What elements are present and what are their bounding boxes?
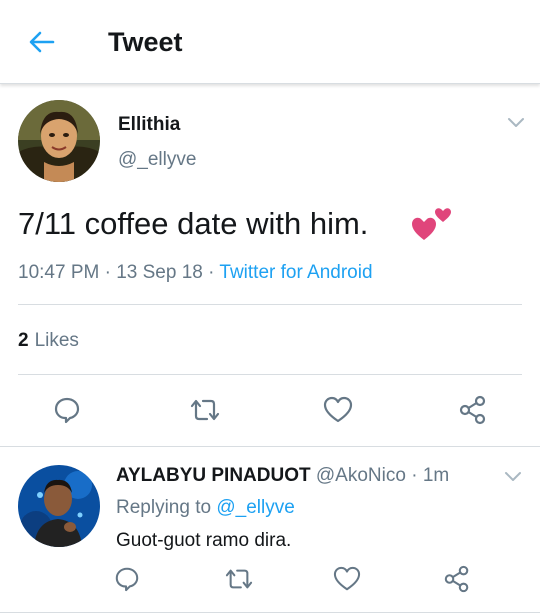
avatar[interactable] — [18, 100, 100, 182]
divider — [18, 374, 522, 375]
reply-display-name[interactable]: AYLABYU PINADUOT — [116, 465, 311, 486]
share-button[interactable] — [440, 562, 474, 596]
tweet-meta: 10:47 PM · 13 Sep 18 · Twitter for Andro… — [18, 262, 373, 284]
arrow-left-icon — [29, 31, 55, 53]
likes-link[interactable]: 2 Likes — [18, 330, 79, 352]
reply-header: AYLABYU PINADUOT @AkoNico · 1m — [116, 465, 449, 487]
retweet-icon — [190, 399, 220, 421]
reply-button[interactable] — [50, 393, 84, 427]
retweet-icon — [225, 569, 253, 589]
heart-icon — [333, 566, 361, 591]
display-name[interactable]: Ellithia — [118, 114, 180, 136]
like-button[interactable] — [330, 562, 364, 596]
likes-label: Likes — [34, 330, 79, 351]
tweet-source-link[interactable]: Twitter for Android — [219, 262, 372, 283]
meta-separator: · — [99, 262, 117, 283]
retweet-button[interactable] — [222, 562, 256, 596]
tweet-date: 13 Sep 18 — [116, 262, 203, 283]
meta-separator: · — [405, 465, 423, 486]
meta-separator: · — [202, 262, 220, 283]
reply-menu-button[interactable] — [502, 468, 524, 486]
replying-to-handle[interactable]: @_ellyve — [216, 497, 294, 518]
reply-handle[interactable]: @AkoNico — [316, 465, 406, 486]
two-hearts-icon — [412, 206, 454, 242]
likes-count: 2 — [18, 330, 29, 351]
share-button[interactable] — [456, 393, 490, 427]
avatar[interactable] — [18, 465, 100, 547]
like-button[interactable] — [321, 393, 355, 427]
tweet-time: 10:47 PM — [18, 262, 100, 283]
user-handle[interactable]: @_ellyve — [118, 149, 196, 171]
share-icon — [459, 395, 486, 425]
replying-to: Replying to @_ellyve — [116, 497, 295, 519]
reply-text: Guot-guot ramo dira. — [116, 530, 292, 551]
page-title: Tweet — [108, 27, 183, 57]
share-icon — [444, 565, 469, 593]
divider — [0, 612, 540, 613]
chevron-down-icon — [505, 472, 521, 481]
app-header: Tweet — [0, 0, 540, 84]
tweet-text: 7/11 coffee date with him. — [18, 206, 369, 241]
reply-button[interactable] — [110, 562, 144, 596]
divider — [0, 446, 540, 447]
divider — [18, 304, 522, 305]
comment-icon — [54, 397, 80, 424]
comment-icon — [115, 567, 139, 592]
replying-label: Replying to — [116, 497, 217, 518]
tweet-menu-button[interactable] — [505, 114, 527, 132]
reply-time: 1m — [422, 465, 450, 486]
heart-icon — [323, 396, 353, 423]
chevron-down-icon — [508, 118, 524, 127]
back-button[interactable] — [22, 24, 62, 60]
retweet-button[interactable] — [188, 393, 222, 427]
